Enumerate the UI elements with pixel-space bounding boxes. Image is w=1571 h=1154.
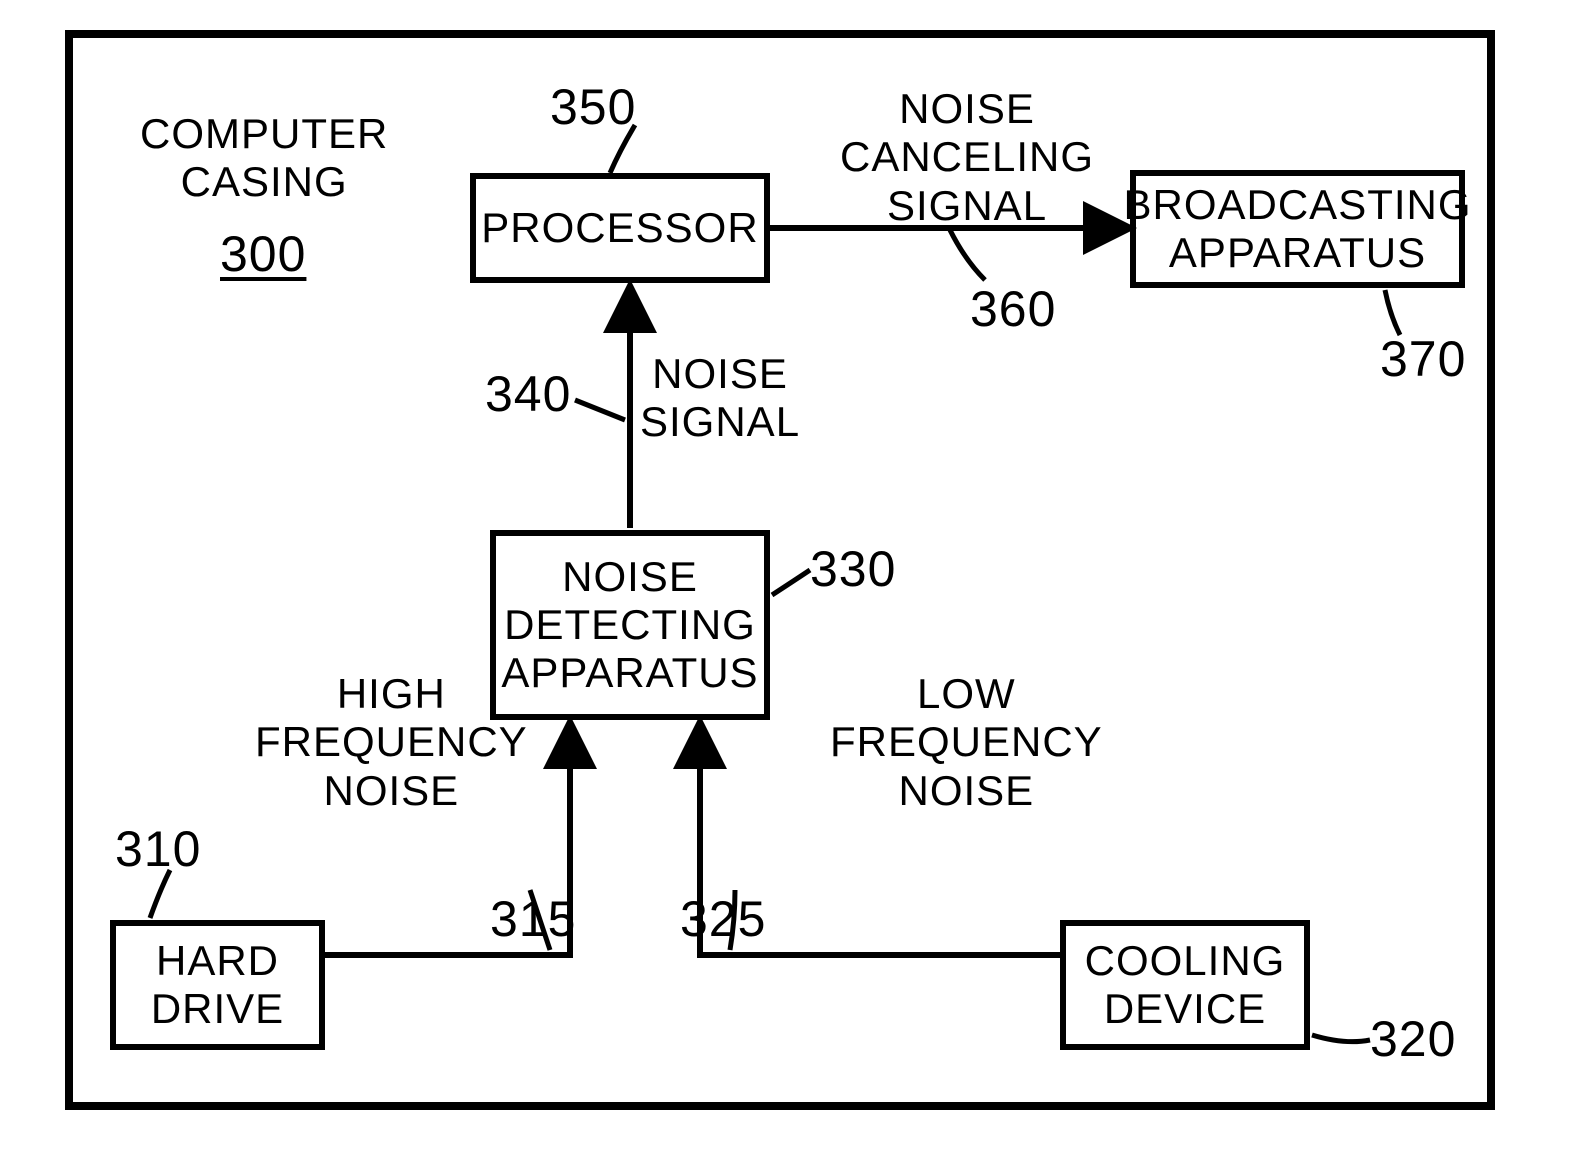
- noise-detecting-apparatus-ref: 330: [810, 540, 896, 598]
- hard-drive-block: HARD DRIVE: [110, 920, 325, 1050]
- broadcasting-apparatus-ref: 370: [1380, 330, 1466, 388]
- computer-casing-ref: 300: [220, 225, 306, 283]
- noise-detecting-apparatus-block: NOISE DETECTING APPARATUS: [490, 530, 770, 720]
- noise-canceling-signal-label: NOISE CANCELING SIGNAL: [840, 85, 1094, 230]
- cooling-device-ref: 320: [1370, 1010, 1456, 1068]
- broadcasting-apparatus-label: BROADCASTING APPARATUS: [1123, 181, 1471, 278]
- processor-block: PROCESSOR: [470, 173, 770, 283]
- hard-drive-label: HARD DRIVE: [116, 937, 319, 1034]
- processor-label: PROCESSOR: [481, 204, 758, 252]
- processor-ref: 350: [550, 78, 636, 136]
- noise-signal-label: NOISE SIGNAL: [640, 350, 800, 447]
- noise-canceling-signal-ref: 360: [970, 280, 1056, 338]
- hard-drive-ref: 310: [115, 820, 201, 878]
- noise-signal-ref: 340: [485, 365, 571, 423]
- cooling-device-label: COOLING DEVICE: [1066, 937, 1304, 1034]
- diagram-canvas: COMPUTER CASING 300 PROCESSOR 350 BROADC…: [0, 0, 1571, 1154]
- high-frequency-noise-label: HIGH FREQUENCY NOISE: [255, 670, 528, 815]
- broadcasting-apparatus-block: BROADCASTING APPARATUS: [1130, 170, 1465, 288]
- computer-casing-label: COMPUTER CASING: [140, 110, 388, 207]
- cooling-device-block: COOLING DEVICE: [1060, 920, 1310, 1050]
- noise-detecting-apparatus-label: NOISE DETECTING APPARATUS: [496, 553, 764, 698]
- low-frequency-noise-label: LOW FREQUENCY NOISE: [830, 670, 1103, 815]
- high-frequency-noise-ref: 315: [490, 890, 576, 948]
- low-frequency-noise-ref: 325: [680, 890, 766, 948]
